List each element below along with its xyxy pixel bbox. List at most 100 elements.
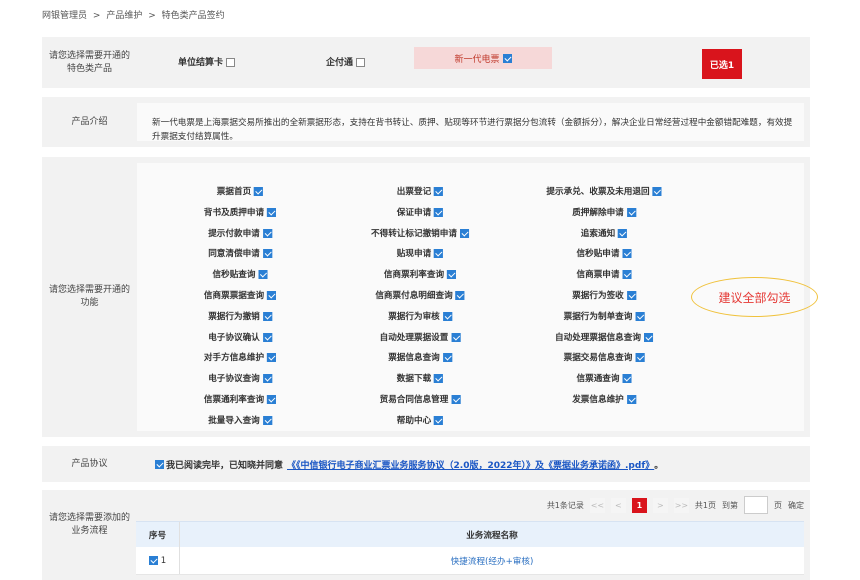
product-option-settlement-card[interactable]: 单位结算卡 bbox=[178, 55, 236, 68]
feature-checkbox[interactable] bbox=[442, 353, 452, 363]
feature-checkbox[interactable] bbox=[262, 415, 272, 425]
table-row[interactable]: 1 快捷流程(经办+审核) bbox=[136, 547, 804, 575]
feature-checkbox[interactable] bbox=[267, 395, 277, 404]
feature-option[interactable]: 信商票付息明细查询 bbox=[375, 289, 465, 301]
pager-prev-button[interactable]: < bbox=[610, 497, 626, 513]
feature-option[interactable]: 自动处理票据信息查询 bbox=[555, 331, 653, 343]
pager-goto-input[interactable] bbox=[744, 496, 768, 514]
feature-option[interactable]: 数据下载 bbox=[397, 372, 444, 384]
agreement-link[interactable]: 《《中信银行电子商业汇票业务服务协议（2.0版，2022年）》及《票据业务承诺函… bbox=[287, 458, 654, 471]
product-option-new-e-bill[interactable]: 新一代电票 bbox=[414, 47, 552, 69]
agreement-checkbox[interactable] bbox=[155, 459, 164, 469]
feature-checkbox[interactable] bbox=[622, 374, 632, 384]
product-option-qifutong[interactable]: 企付通 bbox=[326, 55, 366, 68]
checkbox-unchecked[interactable] bbox=[356, 58, 366, 67]
feature-option[interactable]: 票据首页 bbox=[217, 185, 264, 197]
feature-option[interactable]: 帮助中心 bbox=[397, 414, 444, 426]
feature-option[interactable]: 对手方信息维护 bbox=[204, 351, 277, 363]
feature-checkbox[interactable] bbox=[262, 311, 272, 321]
feature-option[interactable]: 自动处理票据设置 bbox=[380, 331, 461, 343]
feature-option[interactable]: 批量导入查询 bbox=[208, 414, 272, 426]
feature-option[interactable]: 同意清偿申请 bbox=[208, 247, 272, 259]
feature-option[interactable]: 不得转让标记撤销申请 bbox=[371, 227, 469, 239]
feature-option[interactable]: 发票信息维护 bbox=[572, 393, 636, 405]
feature-option[interactable]: 出票登记 bbox=[397, 185, 444, 197]
feature-option[interactable]: 票据交易信息查询 bbox=[564, 351, 645, 363]
feature-option-label: 信商票票据查询 bbox=[203, 291, 265, 301]
feature-option[interactable]: 追索通知 bbox=[580, 227, 628, 239]
feature-option[interactable]: 票据行为签收 bbox=[572, 289, 636, 301]
feature-option-label: 贸易合同信息管理 bbox=[379, 395, 449, 405]
feature-checkbox[interactable] bbox=[442, 311, 452, 321]
feature-checkbox[interactable] bbox=[626, 291, 636, 300]
pager-next-button[interactable]: > bbox=[652, 497, 668, 513]
feature-checkbox[interactable] bbox=[267, 291, 277, 300]
feature-checkbox[interactable] bbox=[262, 332, 272, 342]
feature-checkbox[interactable] bbox=[267, 207, 277, 217]
feature-option[interactable]: 信商票利率查询 bbox=[384, 268, 457, 280]
feature-checkbox[interactable] bbox=[434, 249, 444, 259]
feature-option[interactable]: 提示付款申请 bbox=[208, 227, 272, 239]
flow-name-link[interactable]: 快捷流程(经办+审核) bbox=[451, 555, 534, 567]
feature-checkbox[interactable] bbox=[434, 187, 444, 196]
feature-checkbox[interactable] bbox=[455, 291, 465, 300]
feature-checkbox[interactable] bbox=[434, 415, 444, 425]
feature-checkbox[interactable] bbox=[635, 311, 645, 321]
feature-option[interactable]: 背书及质押申请 bbox=[204, 206, 277, 218]
feature-option-label: 批量导入查询 bbox=[208, 415, 260, 426]
feature-checkbox[interactable] bbox=[635, 353, 645, 363]
feature-checkbox[interactable] bbox=[652, 187, 662, 196]
row-checkbox[interactable] bbox=[148, 556, 158, 565]
feature-checkbox[interactable] bbox=[258, 270, 268, 280]
feature-option[interactable]: 电子协议确认 bbox=[208, 331, 272, 343]
feature-option[interactable]: 票据信息查询 bbox=[388, 351, 452, 363]
feature-option-label: 信商票付息明细查询 bbox=[375, 291, 453, 301]
pager-last-button[interactable]: >> bbox=[673, 497, 689, 513]
feature-option-label: 信秒贴申请 bbox=[576, 249, 620, 260]
feature-checkbox[interactable] bbox=[262, 249, 272, 259]
feature-checkbox[interactable] bbox=[254, 187, 264, 196]
feature-checkbox[interactable] bbox=[434, 207, 444, 217]
feature-select-label: 请您选择需要开通的功能 bbox=[48, 285, 130, 308]
feature-option[interactable]: 票据行为制单查询 bbox=[564, 310, 645, 322]
feature-option[interactable]: 贴现申请 bbox=[397, 247, 444, 259]
pager-current-page[interactable]: 1 bbox=[631, 497, 647, 513]
feature-option[interactable]: 信票通利率查询 bbox=[204, 393, 277, 405]
selected-count-button[interactable]: 已选1 bbox=[702, 49, 742, 79]
feature-option[interactable]: 保证申请 bbox=[397, 206, 444, 218]
product-intro-label: 产品介绍 bbox=[71, 116, 108, 127]
feature-checkbox[interactable] bbox=[618, 228, 628, 238]
feature-checkbox[interactable] bbox=[622, 249, 632, 259]
feature-checkbox[interactable] bbox=[626, 207, 636, 217]
feature-checkbox[interactable] bbox=[262, 228, 272, 238]
feature-checkbox[interactable] bbox=[622, 270, 632, 280]
pager-confirm-button[interactable]: 确定 bbox=[788, 500, 804, 511]
pager-first-button[interactable]: << bbox=[589, 497, 605, 513]
feature-option[interactable]: 质押解除申请 bbox=[572, 206, 636, 218]
feature-checkbox[interactable] bbox=[267, 353, 277, 363]
breadcrumb-item-admin[interactable]: 网银管理员 bbox=[42, 11, 87, 21]
feature-checkbox[interactable] bbox=[451, 395, 461, 404]
feature-option[interactable]: 贸易合同信息管理 bbox=[380, 393, 461, 405]
feature-checkbox[interactable] bbox=[434, 374, 444, 384]
feature-option[interactable]: 提示承兑、收票及未用退回 bbox=[546, 185, 662, 197]
checkbox-unchecked[interactable] bbox=[226, 58, 236, 67]
feature-option[interactable]: 信商票票据查询 bbox=[203, 289, 277, 301]
feature-option-label: 追索通知 bbox=[580, 228, 616, 239]
feature-option[interactable]: 信秒贴申请 bbox=[577, 247, 632, 259]
feature-checkbox[interactable] bbox=[262, 374, 272, 384]
feature-checkbox[interactable] bbox=[643, 332, 653, 342]
feature-option[interactable]: 信票通查询 bbox=[577, 372, 632, 384]
breadcrumb-item-product-maint[interactable]: 产品维护 bbox=[106, 11, 142, 21]
feature-option-label: 提示付款申请 bbox=[208, 228, 260, 239]
checkbox-checked[interactable] bbox=[502, 53, 512, 63]
feature-checkbox[interactable] bbox=[626, 395, 636, 404]
feature-option[interactable]: 信商票申请 bbox=[577, 268, 632, 280]
feature-checkbox[interactable] bbox=[459, 228, 469, 238]
feature-option[interactable]: 票据行为审核 bbox=[388, 310, 452, 322]
feature-option[interactable]: 电子协议查询 bbox=[208, 372, 272, 384]
feature-option[interactable]: 票据行为撤销 bbox=[208, 310, 272, 322]
feature-checkbox[interactable] bbox=[447, 270, 457, 280]
feature-option[interactable]: 信秒贴查询 bbox=[213, 268, 268, 280]
feature-checkbox[interactable] bbox=[451, 332, 461, 342]
